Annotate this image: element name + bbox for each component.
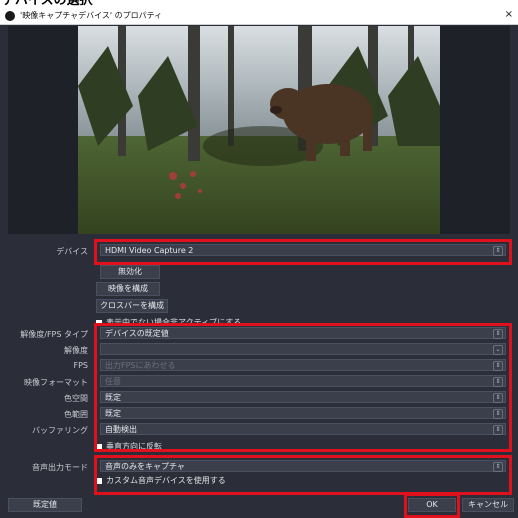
field-value: 既定 [105, 409, 121, 418]
defaults-button[interactable]: 既定値 [8, 498, 82, 512]
checkbox-label: 垂直方向に反転 [106, 442, 162, 451]
updown-icon: ⇕ [493, 329, 503, 339]
close-icon[interactable]: × [505, 9, 513, 20]
audio-value: 音声のみをキャプチャ [105, 462, 185, 471]
audio-label: 音声出力モード [32, 463, 88, 472]
field-value: 自動検出 [105, 425, 137, 434]
field-label: 映像フォーマット [24, 378, 88, 387]
color-space-dropdown[interactable]: 既定 ⇕ [100, 391, 506, 403]
field-label: バッファリング [32, 426, 88, 435]
field-label: 色範囲 [64, 410, 88, 419]
ok-button[interactable]: OK [408, 498, 456, 512]
field-label: 解像度/FPS タイプ [20, 330, 88, 339]
field-label: 解像度 [64, 346, 88, 355]
video-preview [78, 26, 440, 234]
updown-icon: ⇕ [493, 409, 503, 419]
buffering-dropdown[interactable]: 自動検出 ⇕ [100, 423, 506, 435]
resolution-dropdown[interactable]: ⌄ [100, 343, 506, 355]
checkbox-label: 表示中でない場合非アクティブにする [106, 318, 242, 327]
field-value: 既定 [105, 393, 121, 402]
updown-icon: ⇕ [493, 462, 503, 472]
window-titlebar: '映像キャプチャデバイス' のプロパティ × [0, 8, 518, 25]
field-value: デバイスの既定値 [105, 329, 169, 338]
updown-icon: ⇕ [493, 246, 503, 256]
bear-scene-image [78, 26, 440, 234]
obs-logo-icon [5, 11, 15, 21]
checkbox-square [96, 477, 102, 484]
updown-icon: ⇕ [493, 377, 503, 387]
cancel-button[interactable]: キャンセル [462, 498, 514, 512]
checkbox-label: カスタム音声デバイスを使用する [106, 476, 226, 485]
updown-icon: ⇕ [493, 393, 503, 403]
flip-vertical-checkbox[interactable]: 垂直方向に反転 [96, 441, 162, 452]
updown-icon: ⇕ [493, 425, 503, 435]
custom-audio-checkbox[interactable]: カスタム音声デバイスを使用する [96, 475, 226, 486]
field-value: 出力FPSにあわせる [105, 361, 176, 370]
configure-crossbar-button[interactable]: クロスバーを構成 [96, 299, 168, 313]
device-value: HDMI Video Capture 2 [105, 246, 194, 255]
device-label: デバイス [56, 247, 88, 256]
audio-output-dropdown[interactable]: 音声のみをキャプチャ ⇕ [100, 460, 506, 472]
resolution-type-dropdown[interactable]: デバイスの既定値 ⇕ [100, 327, 506, 339]
caption-text: デバイスの選択 [0, 0, 518, 8]
fps-dropdown[interactable]: 出力FPSにあわせる ⇕ [100, 359, 506, 371]
field-label: FPS [73, 361, 88, 370]
color-range-dropdown[interactable]: 既定 ⇕ [100, 407, 506, 419]
chevron-down-icon: ⌄ [493, 345, 503, 355]
configure-video-button[interactable]: 映像を構成 [96, 282, 160, 296]
checkbox-square [96, 443, 102, 450]
updown-icon: ⇕ [493, 361, 503, 371]
window-title: '映像キャプチャデバイス' のプロパティ [20, 11, 163, 20]
video-format-dropdown[interactable]: 任意 ⇕ [100, 375, 506, 387]
device-dropdown[interactable]: HDMI Video Capture 2 ⇕ [100, 244, 506, 256]
field-label: 色空間 [64, 394, 88, 403]
checkbox-square [96, 319, 102, 326]
deactivate-button[interactable]: 無効化 [100, 265, 160, 279]
field-value: 任意 [105, 377, 121, 386]
